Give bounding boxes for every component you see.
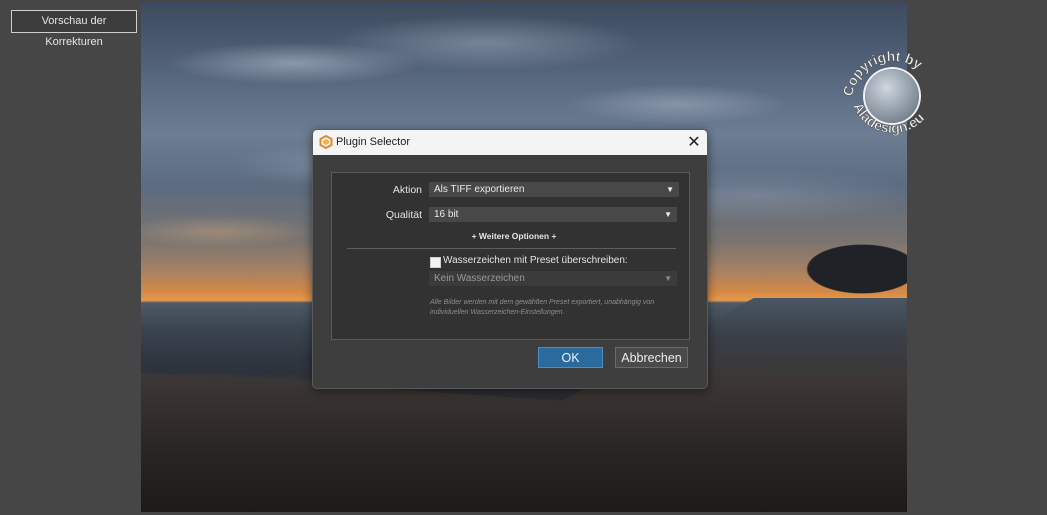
plugin-selector-dialog: Plugin Selector ✕ Aktion Als TIFF export… (312, 129, 708, 389)
tree-silhouette (757, 227, 907, 297)
plugin-app-icon (319, 135, 333, 149)
more-options-link[interactable]: + Weitere Optionen + (429, 231, 599, 241)
dialog-title: Plugin Selector (336, 136, 410, 148)
quality-select-value: 16 bit (434, 209, 459, 220)
watermark-preset-select[interactable]: Kein Wasserzeichen ▼ (429, 271, 677, 286)
ok-button[interactable]: OK (538, 347, 603, 368)
close-icon[interactable]: ✕ (681, 130, 707, 155)
chevron-down-icon: ▼ (666, 185, 674, 194)
watermark-hint-text: Alle Bilder werden mit dem gewählten Pre… (430, 299, 655, 316)
preview-corrections-button[interactable]: Vorschau der Korrekturen (11, 10, 137, 48)
cancel-button[interactable]: Abbrechen (615, 347, 688, 368)
divider (347, 248, 676, 249)
watermark-override-label[interactable]: Wasserzeichen mit Preset überschreiben: (443, 255, 628, 266)
dialog-titlebar: Plugin Selector ✕ (313, 130, 707, 155)
action-select-value: Als TIFF exportieren (434, 184, 525, 195)
watermark-override-checkbox[interactable] (430, 257, 441, 268)
options-panel: Aktion Als TIFF exportieren ▼ Qualität 1… (331, 172, 690, 340)
chevron-down-icon: ▼ (664, 210, 672, 219)
action-select[interactable]: Als TIFF exportieren ▼ (429, 182, 679, 197)
action-label: Aktion (392, 184, 422, 196)
quality-select[interactable]: 16 bit ▼ (429, 207, 677, 222)
copyright-watermark: Copyright by Aladesign.eu (838, 40, 948, 150)
globe-icon (865, 69, 919, 123)
quality-label: Qualität (385, 209, 422, 221)
chevron-down-icon: ▼ (664, 274, 672, 283)
watermark-preset-value: Kein Wasserzeichen (434, 273, 525, 284)
